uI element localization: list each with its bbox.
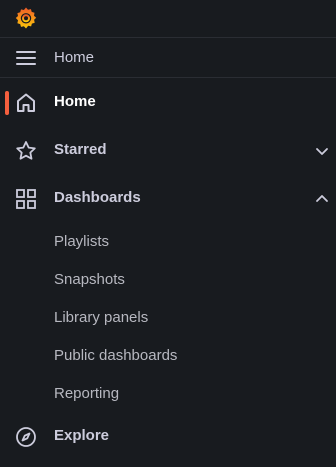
- compass-icon: [16, 427, 36, 447]
- sub-item-snapshots[interactable]: Snapshots: [54, 271, 125, 288]
- nav-label-explore: Explore: [54, 427, 110, 444]
- sub-item-playlists[interactable]: Playlists: [54, 233, 109, 250]
- sub-item-reporting[interactable]: Reporting: [54, 385, 119, 402]
- sub-item-library-panels[interactable]: Library panels: [54, 309, 148, 326]
- hamburger-bar: [16, 63, 36, 65]
- chevron-down-icon[interactable]: [314, 143, 330, 159]
- grafana-logo-icon[interactable]: [14, 6, 38, 30]
- sub-item-public-dashboards[interactable]: Public dashboards: [54, 347, 177, 364]
- menu-header: Home: [0, 38, 336, 78]
- hamburger-bar: [16, 51, 36, 53]
- breadcrumb[interactable]: Home: [54, 49, 94, 66]
- hamburger-bar: [16, 57, 36, 59]
- nav-label-starred: Starred: [54, 141, 107, 158]
- nav-item-starred[interactable]: Starred: [0, 130, 336, 172]
- top-bar: [0, 0, 336, 38]
- nav-label-home: Home: [54, 93, 96, 110]
- home-icon: [17, 93, 35, 112]
- nav-item-home[interactable]: Home: [0, 82, 336, 124]
- nav-item-explore[interactable]: Explore: [0, 416, 336, 458]
- nav-label-dashboards: Dashboards: [54, 189, 141, 206]
- star-icon: [16, 141, 36, 160]
- chevron-up-icon[interactable]: [314, 191, 330, 207]
- menu-toggle-button[interactable]: [16, 51, 36, 65]
- nav-item-dashboards[interactable]: Dashboards: [0, 178, 336, 220]
- grid-icon: [16, 189, 36, 209]
